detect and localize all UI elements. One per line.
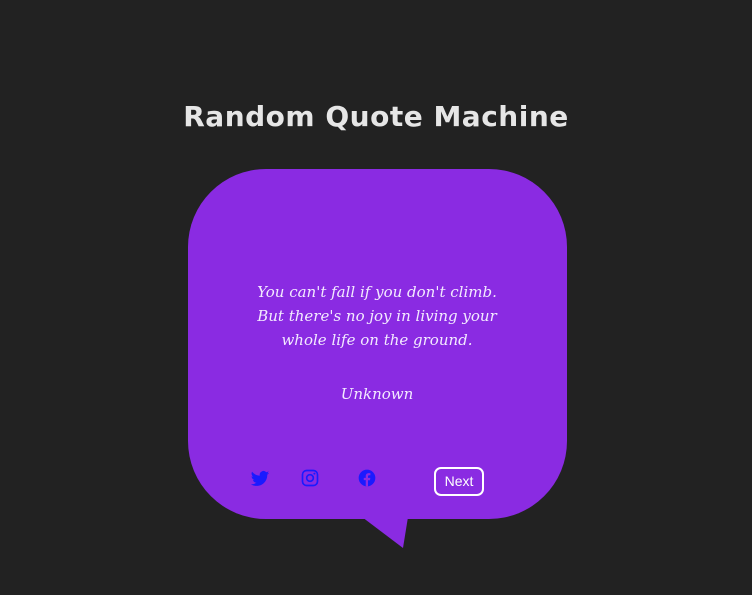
quote-author: Unknown bbox=[340, 385, 414, 403]
twitter-share-link[interactable] bbox=[250, 469, 270, 489]
twitter-icon bbox=[250, 471, 270, 486]
instagram-icon bbox=[301, 469, 319, 487]
page: Random Quote Machine You can't fall if y… bbox=[0, 0, 752, 595]
instagram-share-link[interactable] bbox=[300, 468, 320, 488]
quote-bubble-tail bbox=[362, 517, 408, 548]
facebook-share-link[interactable] bbox=[357, 468, 377, 488]
page-title: Random Quote Machine bbox=[183, 100, 569, 133]
facebook-icon bbox=[358, 469, 376, 487]
next-quote-button[interactable]: Next bbox=[434, 467, 484, 496]
quote-text: You can't fall if you don't climb. But t… bbox=[257, 283, 497, 349]
